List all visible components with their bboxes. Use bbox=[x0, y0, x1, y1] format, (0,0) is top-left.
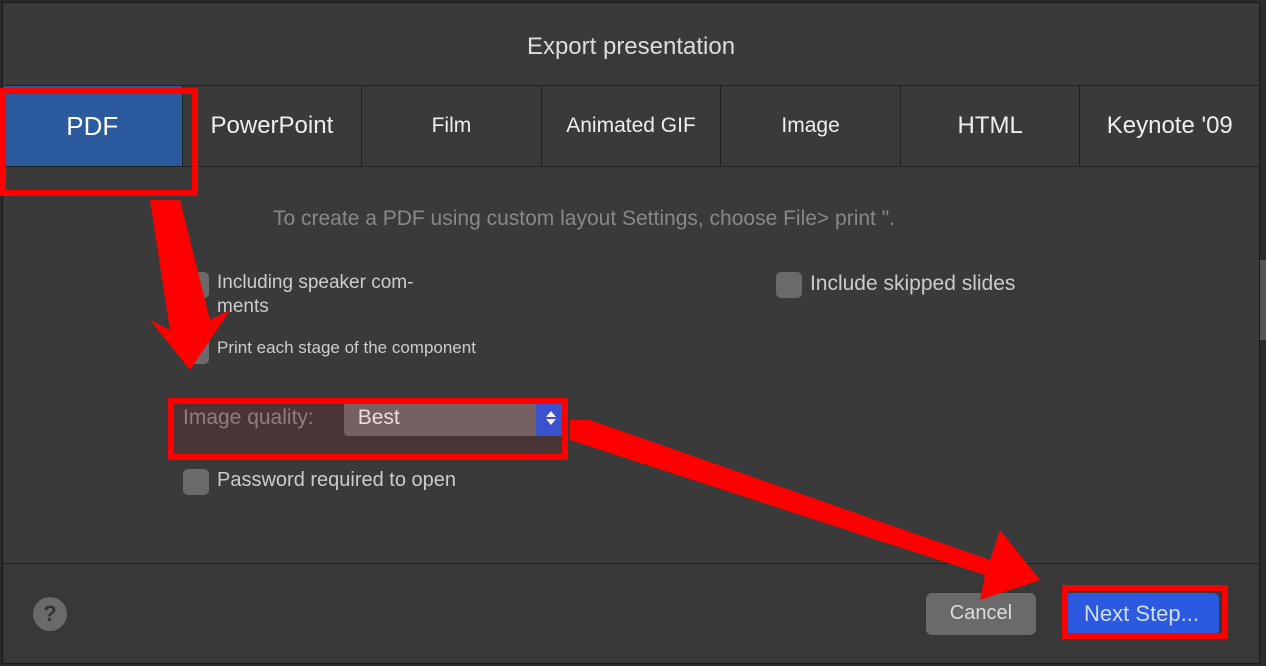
checkbox-label: Print each stage of the component bbox=[217, 337, 476, 358]
checkbox-label: Including speaker com- ments bbox=[217, 271, 413, 319]
checkbox-label: Password required to open bbox=[217, 468, 456, 493]
tab-keynote09[interactable]: Keynote '09 bbox=[1080, 86, 1259, 166]
option-password[interactable]: Password required to open bbox=[183, 468, 1199, 495]
scrollbar-thumb[interactable] bbox=[1260, 260, 1266, 340]
image-quality-label: Image quality: bbox=[183, 406, 314, 430]
checkbox-label: Include skipped slides bbox=[810, 271, 1015, 297]
tab-powerpoint[interactable]: PowerPoint bbox=[183, 86, 363, 166]
dialog-footer: ? Cancel Next Step... bbox=[3, 563, 1259, 663]
export-dialog: Export presentation PDF PowerPoint Film … bbox=[2, 2, 1260, 664]
export-format-tabs: PDF PowerPoint Film Animated GIF Image H… bbox=[3, 85, 1259, 167]
cancel-button[interactable]: Cancel bbox=[926, 593, 1036, 635]
tab-pdf[interactable]: PDF bbox=[3, 86, 183, 166]
chevron-up-icon bbox=[546, 411, 556, 417]
chevron-down-icon bbox=[546, 419, 556, 425]
help-button[interactable]: ? bbox=[33, 597, 67, 631]
tab-animated-gif[interactable]: Animated GIF bbox=[542, 86, 722, 166]
dialog-title: Export presentation bbox=[3, 3, 1259, 85]
layout-hint-text: To create a PDF using custom layout Sett… bbox=[273, 207, 1199, 231]
select-value: Best bbox=[344, 406, 536, 430]
checkbox-icon[interactable] bbox=[183, 272, 209, 298]
tab-html[interactable]: HTML bbox=[901, 86, 1081, 166]
image-quality-select[interactable]: Best bbox=[344, 400, 566, 436]
stepper-arrows-icon[interactable] bbox=[536, 400, 566, 436]
image-quality-row: Image quality: Best bbox=[183, 400, 1199, 436]
option-print-stages[interactable]: Print each stage of the component bbox=[183, 337, 476, 364]
checkbox-icon[interactable] bbox=[776, 272, 802, 298]
next-step-button[interactable]: Next Step... bbox=[1064, 593, 1219, 635]
tab-film[interactable]: Film bbox=[362, 86, 542, 166]
option-include-skipped[interactable]: Include skipped slides bbox=[776, 271, 1015, 298]
option-speaker-comments[interactable]: Including speaker com- ments bbox=[183, 271, 476, 319]
dialog-body: To create a PDF using custom layout Sett… bbox=[3, 167, 1259, 563]
tab-image[interactable]: Image bbox=[721, 86, 901, 166]
checkbox-icon[interactable] bbox=[183, 338, 209, 364]
checkbox-icon[interactable] bbox=[183, 469, 209, 495]
